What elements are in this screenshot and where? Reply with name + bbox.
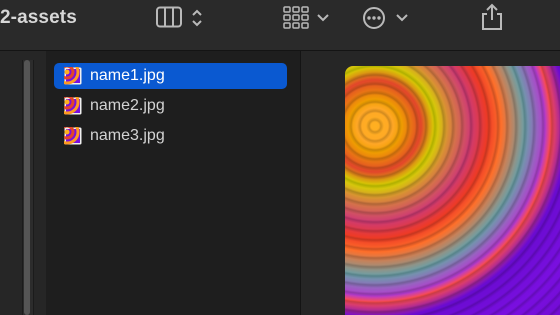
file-name: name3.jpg	[90, 127, 165, 144]
image-file-icon	[64, 127, 82, 145]
grid-icon	[283, 6, 329, 29]
column-divider[interactable]	[300, 51, 343, 315]
ellipsis-icon	[363, 7, 408, 29]
file-item-2[interactable]: name2.jpg	[54, 93, 287, 119]
file-item-1[interactable]: name1.jpg	[54, 63, 287, 89]
file-list: name1.jpg name2.jpg name3.jpg	[46, 51, 300, 315]
image-file-icon	[64, 67, 82, 85]
file-item-3[interactable]: name3.jpg	[54, 123, 287, 149]
image-preview	[345, 66, 560, 315]
preview-pane	[342, 51, 560, 315]
window-title: 2-assets	[0, 7, 77, 28]
columns-icon	[156, 6, 202, 28]
file-name: name2.jpg	[90, 97, 165, 114]
group-view-button[interactable]	[283, 6, 333, 30]
column-scrollbar-thumb[interactable]	[24, 60, 30, 315]
more-actions-button[interactable]	[363, 6, 413, 30]
column-view-button[interactable]	[156, 6, 210, 30]
toolbar: 2-assets	[0, 0, 560, 51]
file-name: name1.jpg	[90, 67, 165, 84]
share-button[interactable]	[480, 3, 504, 31]
image-file-icon	[64, 97, 82, 115]
share-icon	[482, 3, 502, 30]
